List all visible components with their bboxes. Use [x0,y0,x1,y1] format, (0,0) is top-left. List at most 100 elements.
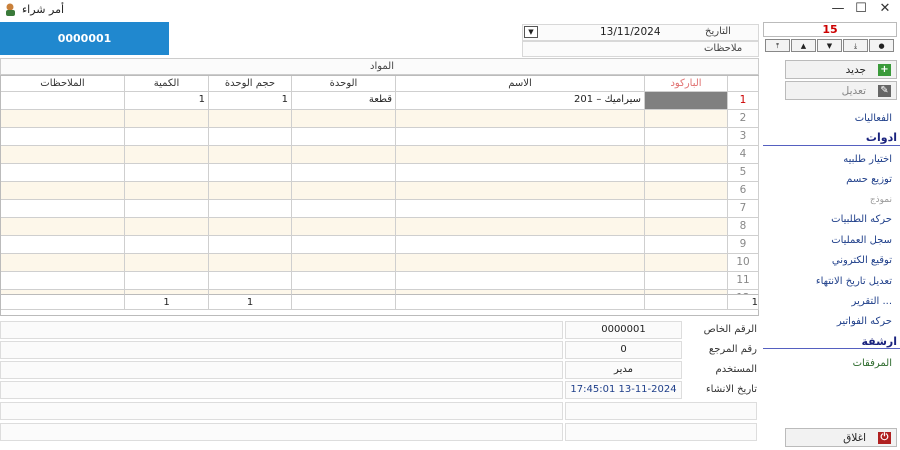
grid-cell-quantity[interactable] [125,128,209,146]
grid-cell-unit[interactable]: قطعة [292,92,396,110]
grid-cell-unit[interactable] [292,218,396,236]
grid-cell-barcode[interactable] [645,182,728,200]
grid-cell-barcode[interactable] [645,92,728,110]
menu-attachments[interactable]: المرفقات [853,358,892,369]
grid-cell-unit[interactable] [292,182,396,200]
private-number-field[interactable]: 0000001 [565,321,682,339]
last-record-button[interactable]: ⤓ [843,39,868,52]
column-header-notes[interactable]: الملاحظات [1,76,125,92]
grid-cell-barcode[interactable] [645,254,728,272]
edit-button[interactable]: تعديل ✎ [785,81,897,100]
menu-distribute-discount[interactable]: توزيع حسم [846,174,892,185]
grid-cell-name[interactable] [396,182,645,200]
materials-grid[interactable]: الملاحظات الكمية حجم الوحدة الوحدة الاسم البا… [0,75,759,316]
grid-cell-unit[interactable] [292,254,396,272]
grid-cell-unit-size[interactable] [209,218,292,236]
reference-number-field[interactable]: 0 [565,341,682,359]
grid-cell-name[interactable] [396,164,645,182]
grid-cell-name[interactable] [396,218,645,236]
grid-cell-unit-size[interactable] [209,164,292,182]
info-extra-field-1[interactable] [565,402,757,420]
grid-cell-barcode[interactable] [645,236,728,254]
grid-cell-unit-size[interactable] [209,146,292,164]
grid-cell-name[interactable] [396,272,645,290]
grid-cell-unit-size[interactable] [209,200,292,218]
grid-cell-unit[interactable] [292,110,396,128]
created-date-field[interactable]: 17:45:01 13-11-2024 [565,381,682,399]
grid-cell-unit[interactable] [292,128,396,146]
grid-cell-unit[interactable] [292,164,396,182]
grid-cell-unit-size[interactable] [209,110,292,128]
grid-cell-name[interactable]: 201 – سيراميك [396,92,645,110]
grid-cell-unit-size[interactable] [209,272,292,290]
grid-cell-unit-size[interactable] [209,254,292,272]
grid-cell-quantity[interactable] [125,236,209,254]
grid-cell-barcode[interactable] [645,128,728,146]
grid-cell-name[interactable] [396,128,645,146]
grid-cell-notes[interactable] [1,110,125,128]
grid-cell-barcode[interactable] [645,110,728,128]
grid-cell-quantity[interactable] [125,200,209,218]
grid-cell-quantity[interactable] [125,254,209,272]
menu-e-signature[interactable]: توقيع الكتروني [832,255,892,266]
grid-cell-unit-size[interactable] [209,182,292,200]
new-button[interactable]: جديد + [785,60,897,79]
next-record-button[interactable]: ▼ [817,39,842,52]
grid-cell-notes[interactable] [1,200,125,218]
grid-cell-notes[interactable] [1,164,125,182]
menu-report[interactable]: التقرير ... [852,296,892,307]
user-field[interactable]: مدير [565,361,682,379]
column-header-quantity[interactable]: الكمية [125,76,209,92]
grid-cell-barcode[interactable] [645,164,728,182]
grid-cell-notes[interactable] [1,272,125,290]
column-header-num[interactable] [728,76,759,92]
menu-edit-expiry[interactable]: تعديل تاريخ الانتهاء [816,276,892,287]
grid-cell-unit[interactable] [292,146,396,164]
date-value[interactable]: 13/11/2024 [600,26,661,38]
previous-record-button[interactable]: ▲ [791,39,816,52]
grid-cell-notes[interactable] [1,92,125,110]
dropdown-arrow-icon[interactable]: ▼ [524,26,538,38]
grid-cell-unit[interactable] [292,200,396,218]
grid-cell-quantity[interactable] [125,110,209,128]
grid-cell-notes[interactable] [1,182,125,200]
close-button[interactable]: اغلاق ⏻ [785,428,897,447]
menu-order-movement[interactable]: حركه الطلبيات [831,214,892,225]
grid-cell-unit[interactable] [292,272,396,290]
menu-select-order[interactable]: اختيار طلبيه [843,154,892,165]
grid-cell-unit-size[interactable] [209,236,292,254]
column-header-unit[interactable]: الوحدة [292,76,396,92]
grid-cell-notes[interactable] [1,146,125,164]
grid-cell-name[interactable] [396,236,645,254]
grid-cell-notes[interactable] [1,236,125,254]
grid-cell-barcode[interactable] [645,200,728,218]
info-extra-field-2[interactable] [565,423,757,441]
menu-invoice-movement[interactable]: حركه الفواتير [837,316,892,327]
grid-cell-name[interactable] [396,254,645,272]
grid-cell-quantity[interactable] [125,146,209,164]
grid-cell-quantity[interactable] [125,164,209,182]
grid-cell-notes[interactable] [1,254,125,272]
grid-cell-barcode[interactable] [645,272,728,290]
grid-cell-name[interactable] [396,146,645,164]
grid-cell-unit[interactable] [292,236,396,254]
grid-cell-unit-size[interactable]: 1 [209,92,292,110]
menu-operations-log[interactable]: سجل العمليات [831,235,892,246]
grid-cell-notes[interactable] [1,128,125,146]
first-record-button[interactable]: ⤒ [765,39,790,52]
grid-cell-barcode[interactable] [645,218,728,236]
column-header-name[interactable]: الاسم [396,76,645,92]
grid-cell-quantity[interactable]: 1 [125,92,209,110]
grid-cell-name[interactable] [396,110,645,128]
grid-cell-unit-size[interactable] [209,128,292,146]
grid-cell-quantity[interactable] [125,272,209,290]
grid-cell-notes[interactable] [1,218,125,236]
grid-cell-quantity[interactable] [125,218,209,236]
column-header-barcode[interactable]: الباركود [645,76,728,92]
current-record-button[interactable]: ● [869,39,894,52]
grid-cell-name[interactable] [396,200,645,218]
column-header-unit-size[interactable]: حجم الوحدة [209,76,292,92]
menu-activities[interactable]: الفعاليات [855,113,892,124]
grid-cell-barcode[interactable] [645,146,728,164]
close-window-button[interactable]: ✕ [870,0,900,18]
